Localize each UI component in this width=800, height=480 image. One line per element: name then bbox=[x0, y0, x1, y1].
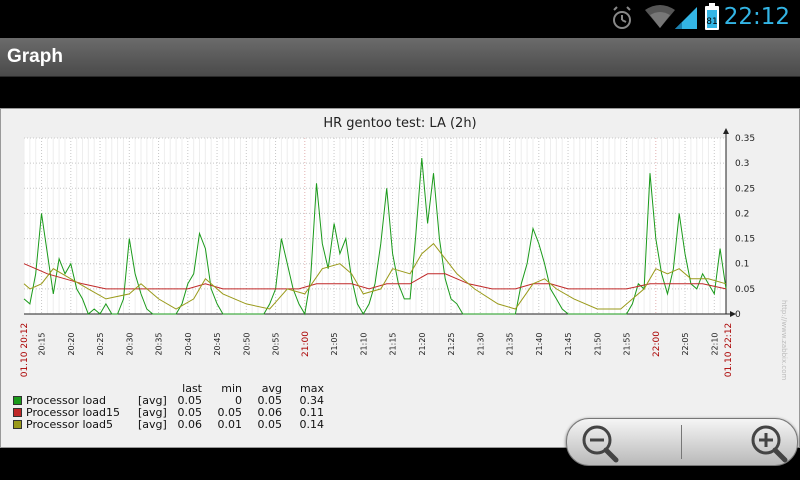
y-tick-label: 0.15 bbox=[735, 235, 755, 245]
x-tick-label: 21:00 bbox=[301, 331, 311, 357]
x-tick-label: 21:50 bbox=[593, 332, 602, 355]
x-end-label: 01.10 22:12 bbox=[724, 323, 734, 378]
legend-row: Processor load5 [avg] 0.06 0.01 0.05 0.1… bbox=[12, 418, 342, 431]
y-tick-label: 0.25 bbox=[735, 184, 755, 194]
x-tick-label: 20:25 bbox=[96, 332, 105, 355]
x-tick-label: 20:15 bbox=[38, 332, 47, 355]
x-tick-label: 20:20 bbox=[67, 332, 76, 355]
y-tick-label: 0.2 bbox=[735, 209, 749, 219]
x-tick-label: 21:55 bbox=[623, 332, 632, 355]
x-tick-label: 21:15 bbox=[389, 332, 398, 355]
x-tick-label: 21:30 bbox=[476, 332, 485, 355]
legend-avg: 0.05 bbox=[257, 418, 283, 431]
zoom-controls bbox=[566, 418, 798, 466]
x-tick-label: 22:10 bbox=[710, 332, 719, 355]
x-start-label: 01.10 20:12 bbox=[20, 323, 30, 378]
legend-swatch bbox=[13, 396, 22, 405]
y-tick-label: 0.3 bbox=[735, 159, 749, 169]
x-tick-label: 22:05 bbox=[681, 332, 690, 355]
x-tick-label: 20:55 bbox=[272, 332, 281, 355]
x-tick-label: 20:45 bbox=[213, 332, 222, 355]
zoom-in-icon bbox=[751, 425, 788, 463]
x-tick-label: 21:45 bbox=[564, 332, 573, 355]
legend-swatch bbox=[13, 420, 22, 429]
x-tick-label: 22:00 bbox=[652, 331, 662, 357]
zoom-in-button[interactable] bbox=[682, 419, 796, 465]
legend-min: 0.01 bbox=[217, 418, 243, 431]
zoom-out-icon bbox=[582, 425, 619, 463]
y-tick-label: 0.35 bbox=[735, 134, 755, 144]
x-tick-label: 20:40 bbox=[184, 332, 193, 355]
legend-max: 0.14 bbox=[299, 418, 325, 431]
legend-series-name: Processor load5 bbox=[26, 418, 113, 431]
x-tick-label: 21:25 bbox=[447, 332, 456, 355]
y-tick-label: 0 bbox=[735, 310, 741, 320]
y-tick-label: 0.05 bbox=[735, 285, 755, 295]
graph-title: HR gentoo test: LA (2h) bbox=[323, 116, 477, 131]
x-tick-label: 21:05 bbox=[330, 332, 339, 355]
x-tick-label: 21:35 bbox=[506, 332, 515, 355]
y-tick-label: 0.1 bbox=[735, 260, 749, 270]
x-tick-label: 20:35 bbox=[155, 332, 164, 355]
legend-func: [avg] bbox=[138, 418, 167, 431]
x-tick-label: 21:40 bbox=[535, 332, 544, 355]
legend-last: 0.06 bbox=[177, 418, 203, 431]
x-tick-label: 21:20 bbox=[418, 332, 427, 355]
x-tick-label: 21:10 bbox=[359, 332, 368, 355]
watermark: http://www.zabbix.com bbox=[780, 300, 788, 381]
x-tick-label: 20:50 bbox=[242, 332, 251, 355]
zoom-out-button[interactable] bbox=[567, 419, 681, 465]
legend-swatch bbox=[13, 408, 22, 417]
x-tick-label: 20:30 bbox=[125, 332, 134, 355]
